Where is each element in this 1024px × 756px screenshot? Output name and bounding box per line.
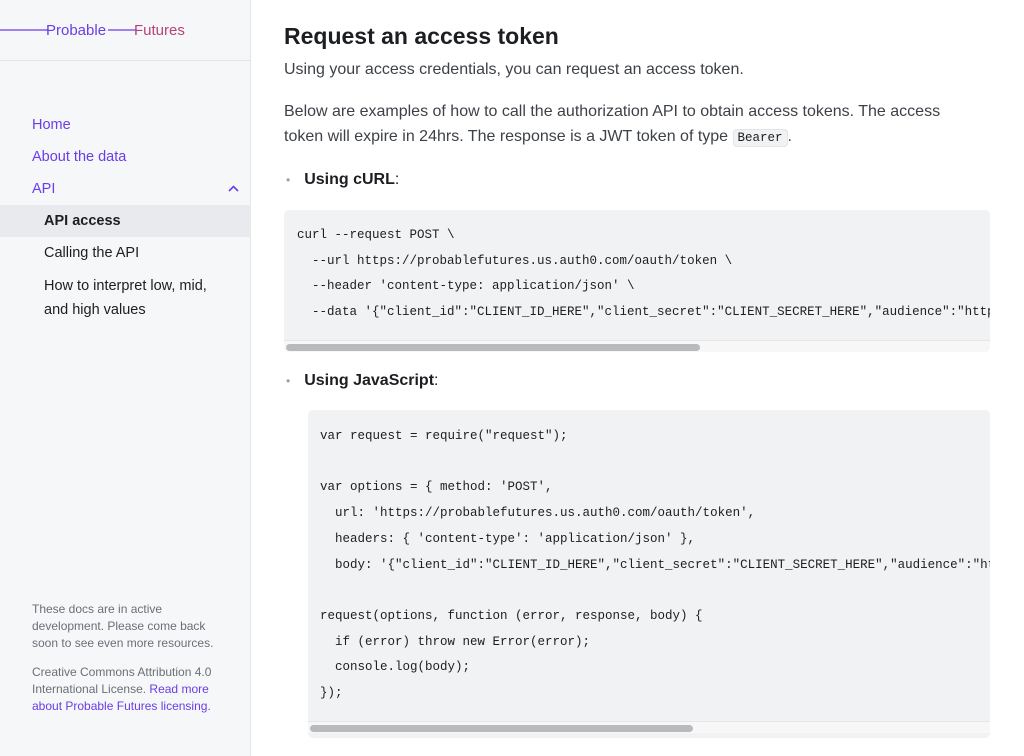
sidebar-item-label: About the data	[32, 149, 127, 165]
sidebar-item-interpret-values[interactable]: How to interpret low, mid, and high valu…	[0, 269, 251, 326]
logo-word-futures: Futures	[134, 22, 185, 39]
javascript-scrollbar-thumb[interactable]	[310, 725, 693, 732]
javascript-scrollbar[interactable]	[308, 721, 990, 733]
logo[interactable]: Probable Futures	[0, 0, 251, 61]
sidebar-footer: These docs are in active development. Pl…	[32, 601, 227, 715]
inline-code-bearer: Bearer	[732, 129, 788, 147]
javascript-code-block: var request = require("request"); var op…	[308, 410, 990, 738]
curl-code: curl --request POST \ --url https://prob…	[297, 228, 990, 320]
sidebar-item-api-access[interactable]: API access	[0, 205, 251, 237]
bullet-icon: •	[286, 373, 291, 388]
javascript-code: var request = require("request"); var op…	[320, 429, 990, 701]
description-end: .	[787, 128, 792, 145]
curl-code-block: curl --request POST \ --url https://prob…	[284, 210, 990, 352]
docs-notice: These docs are in active development. Pl…	[32, 602, 214, 650]
curl-scrollbar[interactable]	[284, 340, 990, 352]
description-text: Below are examples of how to call the au…	[284, 103, 941, 145]
sidebar-item-label: Home	[32, 117, 71, 133]
sidebar-item-label: API access	[44, 213, 121, 229]
sidebar-item-api[interactable]: API	[0, 173, 251, 205]
curl-heading-label: Using cURL	[304, 171, 395, 188]
sidebar-item-home[interactable]: Home	[0, 109, 251, 141]
page-title: Request an access token	[284, 23, 559, 49]
lead-text: Using your access credentials, you can r…	[284, 61, 744, 78]
curl-scrollbar-thumb[interactable]	[286, 344, 700, 351]
chevron-up-icon[interactable]	[228, 173, 239, 217]
license-text: Creative Commons Attribution 4.0 Interna…	[32, 664, 227, 715]
js-heading: • Using JavaScript:	[286, 372, 439, 389]
sidebar-item-label: Calling the API	[44, 245, 140, 261]
sidebar-item-about-the-data[interactable]: About the data	[0, 141, 251, 173]
js-heading-label: Using JavaScript	[304, 372, 435, 389]
sidebar-item-label: API	[32, 181, 56, 197]
sidebar: Probable Futures Home About the data API…	[0, 0, 251, 756]
description-paragraph: Below are examples of how to call the au…	[284, 99, 974, 151]
sidebar-item-label: How to interpret low, mid, and high valu…	[44, 278, 207, 318]
main-content: Request an access token Using your acces…	[251, 0, 1024, 756]
sidebar-item-calling-the-api[interactable]: Calling the API	[0, 237, 251, 269]
bullet-icon: •	[286, 172, 291, 187]
curl-heading: • Using cURL:	[286, 171, 400, 188]
sidebar-nav: Home About the data API API access Calli…	[0, 109, 251, 326]
logo-word-probable: Probable	[46, 22, 106, 39]
probable-futures-logo[interactable]: Probable Futures	[0, 18, 200, 44]
